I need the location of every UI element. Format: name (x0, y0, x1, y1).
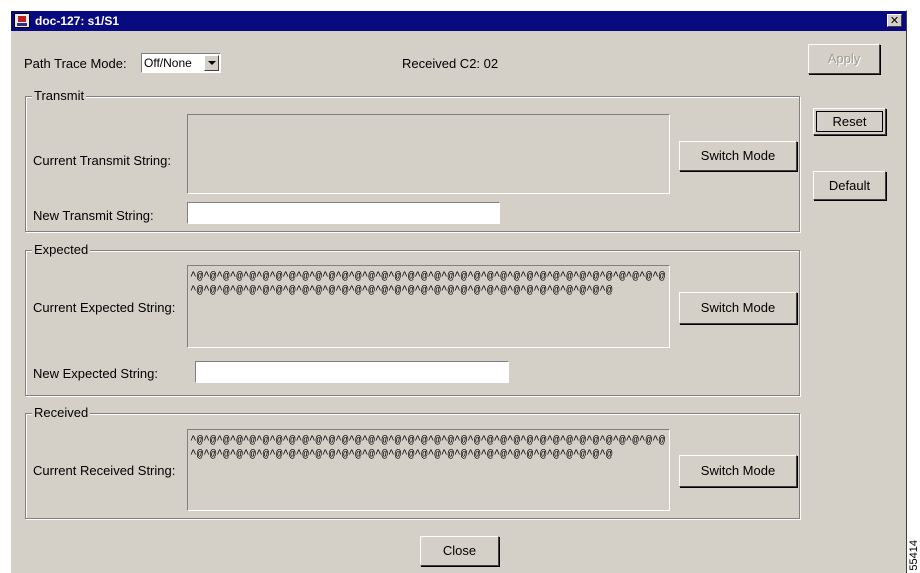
path-trace-mode-select[interactable]: Off/None (141, 53, 221, 73)
expected-legend: Expected (32, 242, 91, 257)
received-legend: Received (32, 405, 91, 420)
app-window-icon (14, 13, 30, 28)
window-title: doc-127: s1/S1 (35, 14, 120, 28)
path-trace-mode-value: Off/None (144, 56, 192, 70)
transmit-switch-mode-button[interactable]: Switch Mode (679, 141, 797, 171)
reset-button[interactable]: Reset (813, 108, 886, 135)
path-trace-mode-label: Path Trace Mode: (24, 56, 127, 71)
new-transmit-string-input[interactable] (187, 202, 500, 224)
close-button[interactable]: Close (420, 536, 499, 566)
transmit-legend: Transmit (32, 88, 87, 103)
current-transmit-string (187, 114, 670, 194)
current-expected-label: Current Expected String: (33, 300, 176, 315)
new-expected-string-input[interactable] (195, 361, 509, 383)
received-c2-label: Received C2: 02 (402, 56, 499, 71)
new-transmit-label: New Transmit String: (33, 208, 154, 223)
close-icon[interactable]: ✕ (887, 14, 902, 27)
dialog-window: doc-127: s1/S1 ✕ Path Trace Mode: Off/No… (10, 10, 907, 573)
new-expected-label: New Expected String: (33, 366, 159, 381)
default-button[interactable]: Default (813, 171, 886, 200)
current-transmit-label: Current Transmit String: (33, 153, 171, 168)
chevron-down-icon[interactable] (204, 55, 219, 71)
current-received-label: Current Received String: (33, 463, 176, 478)
current-received-string: ^@^@^@^@^@^@^@^@^@^@^@^@^@^@^@^@^@^@^@^@… (187, 429, 670, 511)
figure-number: 55414 (908, 540, 920, 571)
expected-switch-mode-button[interactable]: Switch Mode (679, 292, 797, 324)
apply-button[interactable]: Apply (808, 44, 880, 74)
received-switch-mode-button[interactable]: Switch Mode (679, 455, 797, 487)
current-expected-string: ^@^@^@^@^@^@^@^@^@^@^@^@^@^@^@^@^@^@^@^@… (187, 265, 670, 348)
title-bar: doc-127: s1/S1 ✕ (11, 11, 906, 31)
